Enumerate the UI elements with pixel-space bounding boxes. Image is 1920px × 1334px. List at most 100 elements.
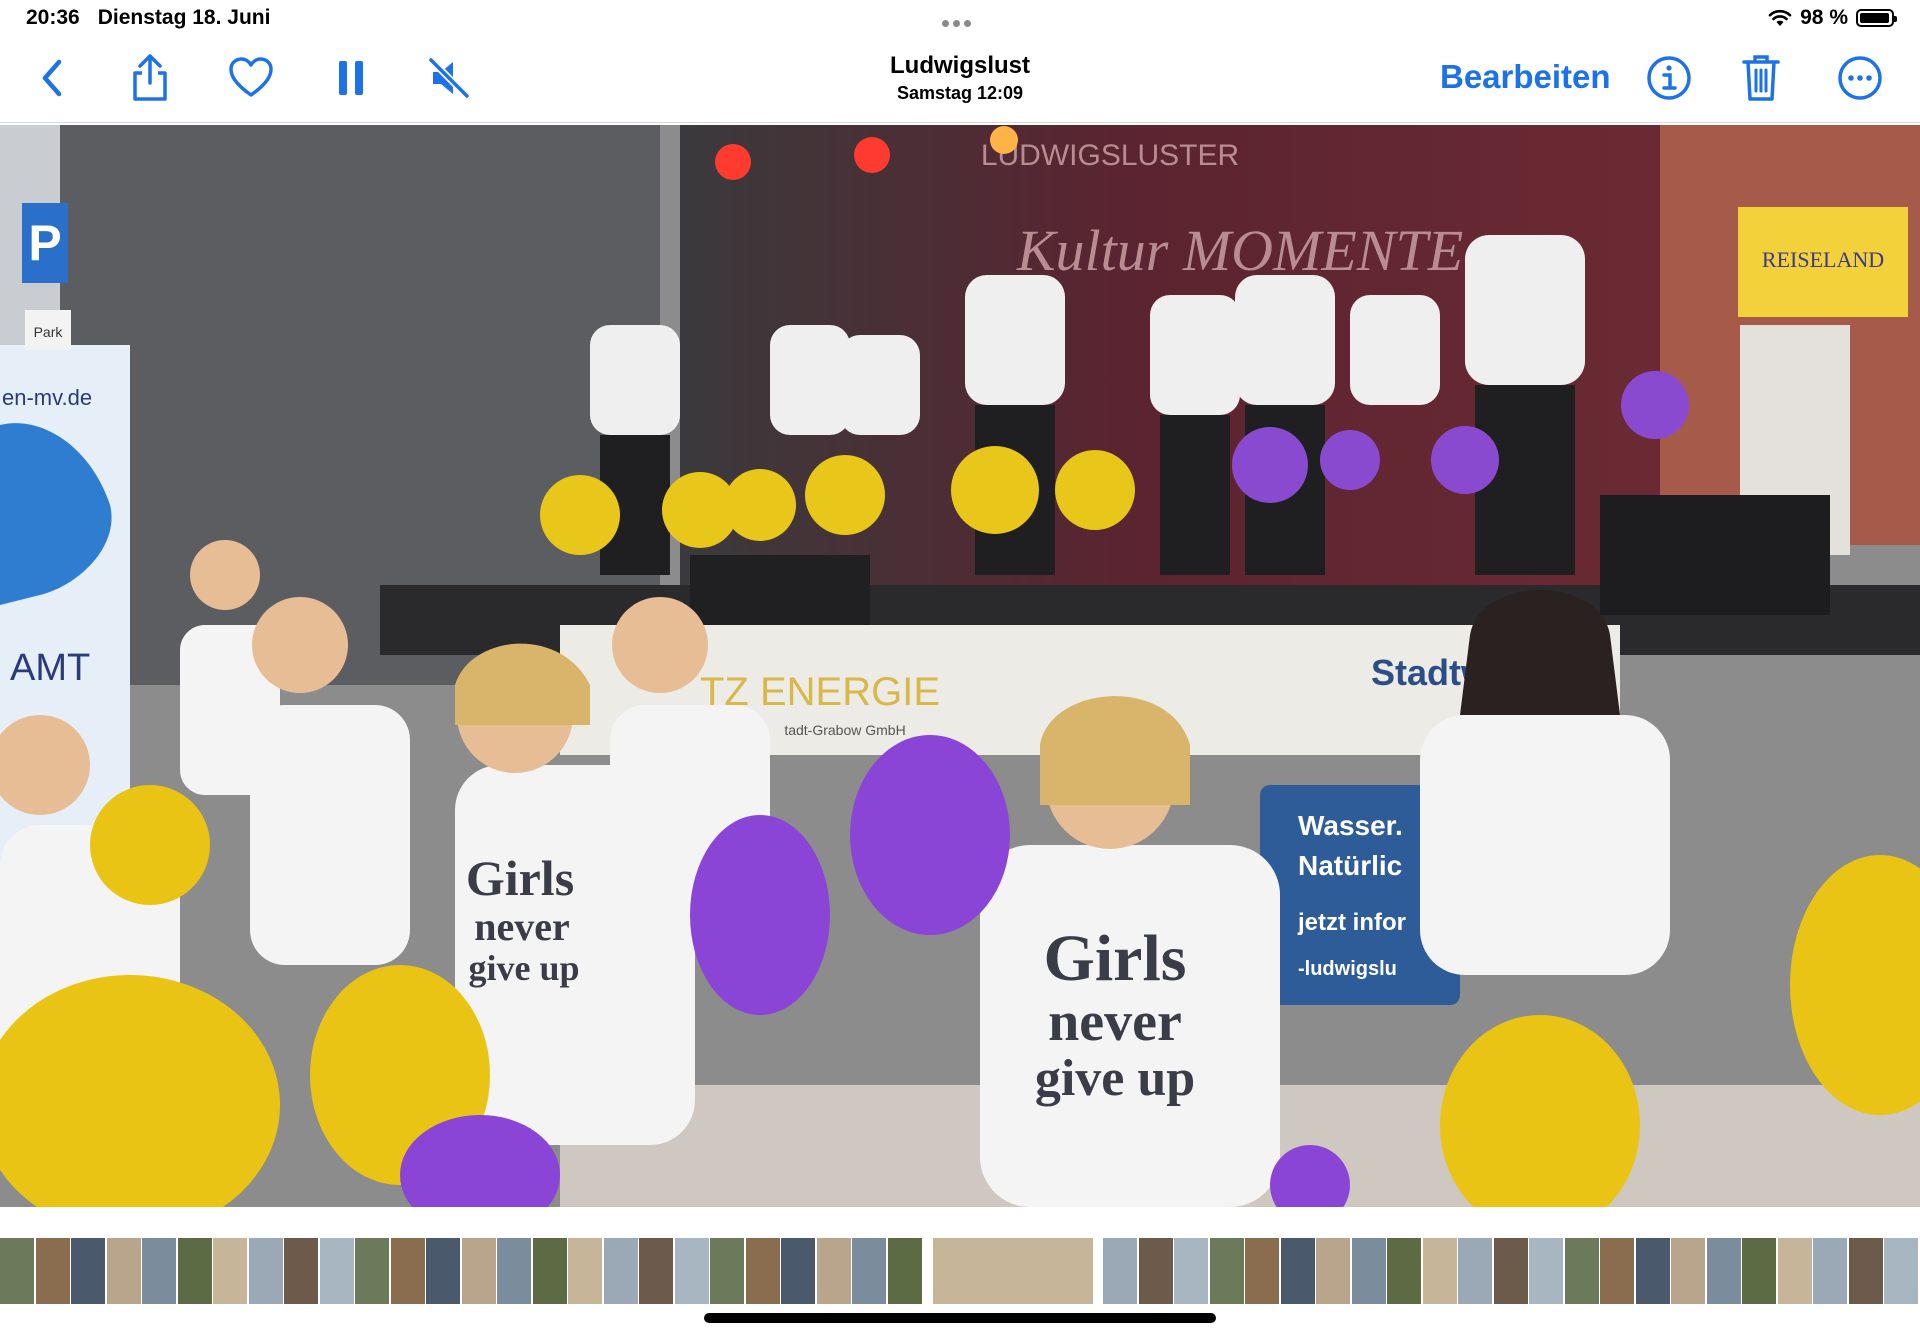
filmstrip-thumbnail[interactable] [1316,1238,1350,1304]
left-banner-url: en-mv.de [2,385,92,410]
wifi-icon [1768,9,1792,26]
filmstrip-thumbnail[interactable] [887,1238,922,1304]
share-button[interactable] [122,50,178,106]
photo-subtitle: Samstag 12:09 [896,83,1024,103]
status-right: 98 % [1768,6,1897,30]
filmstrip-thumbnail[interactable] [142,1238,176,1304]
info-button[interactable] [1641,50,1697,106]
filmstrip-thumbnail[interactable] [1103,1238,1137,1304]
filmstrip-thumbnail[interactable] [1635,1238,1670,1304]
filmstrip-thumbnail[interactable] [497,1238,531,1304]
filmstrip-thumbnail[interactable] [461,1238,496,1304]
share-icon [133,54,167,101]
trash-icon [1742,55,1780,101]
scene-illustration: REISELAND LUDWIGSLUSTER Kultur MOMENTE T… [0,125,1920,1207]
back-chevron-icon [42,59,62,97]
heart-icon [229,57,273,97]
filmstrip-thumbnail[interactable] [284,1238,318,1304]
mute-button[interactable] [421,50,477,106]
banner-energie-sub: tadt-Grabow GmbH [784,722,905,738]
filmstrip-thumbnail[interactable] [1813,1238,1847,1304]
filmstrip-thumbnail[interactable] [568,1238,602,1304]
filmstrip-thumbnail[interactable] [745,1238,780,1304]
filmstrip-thumbnail[interactable] [213,1238,247,1304]
filmstrip-thumbnail[interactable] [71,1238,105,1304]
video-frame[interactable]: REISELAND LUDWIGSLUSTER Kultur MOMENTE T… [0,125,1920,1207]
more-button[interactable] [1832,50,1888,106]
pause-button[interactable] [323,50,379,106]
filmstrip-thumbnail[interactable] [1600,1238,1634,1304]
filmstrip-thumbnail[interactable] [1209,1238,1244,1304]
filmstrip-thumbnail[interactable] [390,1238,425,1304]
filmstrip-thumbnail[interactable] [1245,1238,1279,1304]
filmstrip-thumbnail[interactable] [319,1238,354,1304]
filmstrip-thumbnail[interactable] [639,1238,673,1304]
status-bar: 20:36 Dienstag 18. Juni 98 % [0,0,1920,38]
filmstrip-thumbnail[interactable] [603,1238,638,1304]
more-icon [1838,56,1882,100]
filmstrip-thumbnail[interactable] [1351,1238,1386,1304]
filmstrip[interactable] [0,1238,1920,1304]
filmstrip-thumbnail[interactable] [532,1238,567,1304]
filmstrip-thumbnail[interactable] [177,1238,212,1304]
shirt-text-left-line-3: give up [468,948,579,988]
filmstrip-thumbnail[interactable] [1706,1238,1741,1304]
parking-sign: P [28,215,61,271]
shirt-text-line-1: Girls [1044,922,1187,995]
filmstrip-thumbnail[interactable] [674,1238,709,1304]
photo-title-block: Ludwigslust Samstag 12:09 [760,52,1160,104]
filmstrip-thumbnail[interactable] [1280,1238,1315,1304]
filmstrip-thumbnail-current[interactable] [933,1238,1093,1304]
pause-icon [339,61,363,95]
filmstrip-thumbnail[interactable] [1422,1238,1457,1304]
delete-button[interactable] [1733,50,1789,106]
filmstrip-thumbnail[interactable] [710,1238,744,1304]
banner-wasser-line-1: Wasser. [1298,810,1403,841]
filmstrip-thumbnail[interactable] [106,1238,141,1304]
filmstrip-thumbnail[interactable] [1138,1238,1173,1304]
home-indicator[interactable] [704,1313,1216,1323]
battery-percent: 98 % [1800,6,1848,29]
favorite-button[interactable] [223,50,279,106]
filmstrip-thumbnail[interactable] [1174,1238,1208,1304]
filmstrip-thumbnail[interactable] [852,1238,886,1304]
edit-button[interactable]: Bearbeiten [1440,58,1611,96]
filmstrip-thumbnail[interactable] [1884,1238,1918,1304]
filmstrip-thumbnail[interactable] [1387,1238,1421,1304]
status-date: Dienstag 18. Juni [97,6,271,29]
shirt-text-left-line-2: never [474,904,570,949]
filmstrip-thumbnail[interactable] [1742,1238,1776,1304]
left-banner-text: AMT [10,647,90,689]
filmstrip-thumbnail[interactable] [1777,1238,1812,1304]
parking-sign-sub: Park [34,324,64,340]
filmstrip-thumbnail[interactable] [248,1238,283,1304]
shirt-text-left: Girls never give up [466,850,580,988]
filmstrip-thumbnail[interactable] [816,1238,851,1304]
shirt-text-line-3: give up [1035,1050,1195,1107]
filmstrip-thumbnail[interactable] [1529,1238,1563,1304]
shirt-text-left-line-1: Girls [466,850,574,906]
banner-wasser-line-4: -ludwigslu [1298,958,1397,980]
filmstrip-thumbnail[interactable] [0,1238,34,1304]
multitasking-dots-icon[interactable] [942,14,978,27]
speaker-muted-icon [427,56,471,100]
filmstrip-thumbnail[interactable] [1458,1238,1492,1304]
battery-icon [1856,9,1897,27]
filmstrip-thumbnail[interactable] [781,1238,815,1304]
filmstrip-thumbnail[interactable] [426,1238,460,1304]
backdrop-subtitle: Kultur MOMENTE [1016,218,1463,283]
filmstrip-thumbnail[interactable] [35,1238,70,1304]
filmstrip-thumbnail[interactable] [1671,1238,1705,1304]
filmstrip-thumbnail[interactable] [1493,1238,1528,1304]
shop-sign-text: REISELAND [1762,247,1884,272]
banner-wasser-line-2: Natürlic [1298,850,1402,881]
status-time-date: 20:36 Dienstag 18. Juni [26,6,270,30]
banner-wasser-line-3: jetzt infor [1297,909,1406,936]
filmstrip-thumbnail[interactable] [355,1238,389,1304]
status-time: 20:36 [26,6,80,29]
back-button[interactable] [24,50,80,106]
info-icon [1647,56,1691,100]
filmstrip-thumbnail[interactable] [1848,1238,1883,1304]
photo-toolbar: Ludwigslust Samstag 12:09 Bearbeiten [0,38,1920,123]
filmstrip-thumbnail[interactable] [1564,1238,1599,1304]
